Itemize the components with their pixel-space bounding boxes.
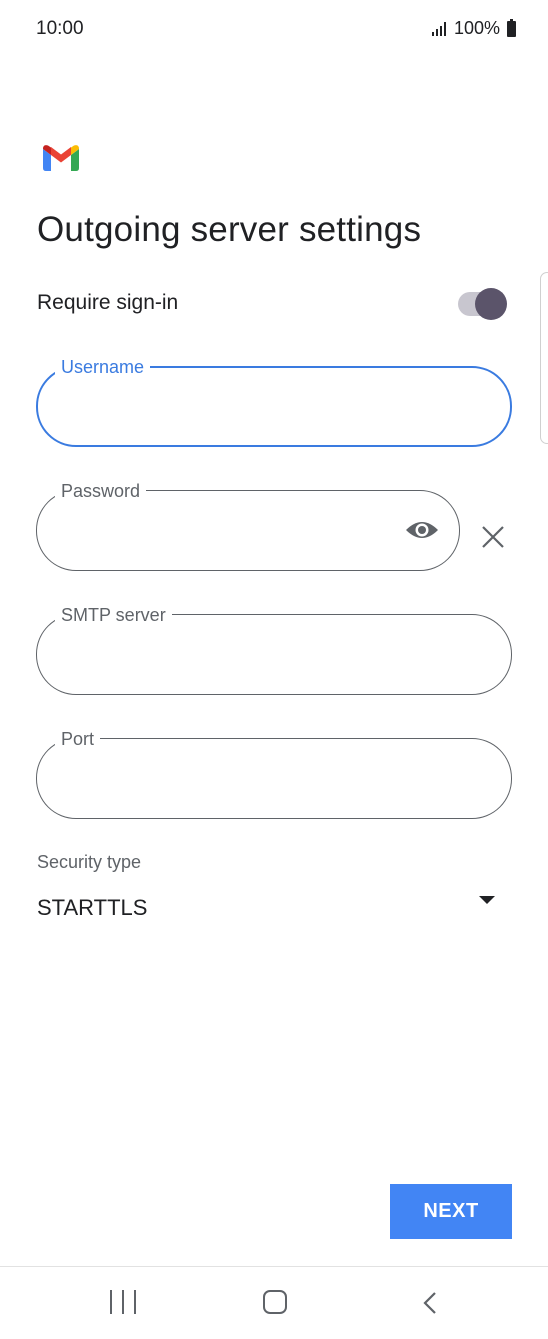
battery-percent: 100% [453, 18, 500, 38]
status-indicators: 100% [431, 18, 516, 39]
password-field[interactable] [36, 490, 460, 571]
eye-icon[interactable] [405, 517, 439, 543]
security-type-select[interactable]: STARTTLS [37, 895, 147, 921]
port-field[interactable] [36, 738, 512, 819]
username-label: Username [55, 357, 151, 377]
username-field[interactable] [36, 366, 512, 447]
require-signin-toggle-thumb[interactable] [475, 288, 507, 320]
password-label: Password [55, 481, 147, 501]
home-icon[interactable] [263, 1290, 287, 1314]
close-icon[interactable] [481, 525, 505, 549]
recents-icon[interactable] [110, 1290, 136, 1316]
signal-icon [431, 21, 446, 36]
smtp-server-field[interactable] [36, 614, 512, 695]
gmail-logo [43, 145, 79, 171]
battery-icon [507, 18, 516, 37]
nav-divider [0, 1266, 548, 1267]
edge-panel-handle[interactable] [540, 272, 548, 444]
next-button[interactable]: NEXT [390, 1184, 512, 1239]
smtp-server-label: SMTP server [55, 605, 172, 625]
require-signin-label: Require sign-in [37, 291, 179, 314]
page-title: Outgoing server settings [37, 210, 422, 249]
security-type-label: Security type [37, 852, 142, 872]
status-time: 10:00 [36, 18, 84, 39]
dropdown-arrow-icon[interactable] [479, 896, 495, 904]
port-label: Port [55, 729, 101, 749]
back-icon[interactable] [420, 1291, 440, 1315]
